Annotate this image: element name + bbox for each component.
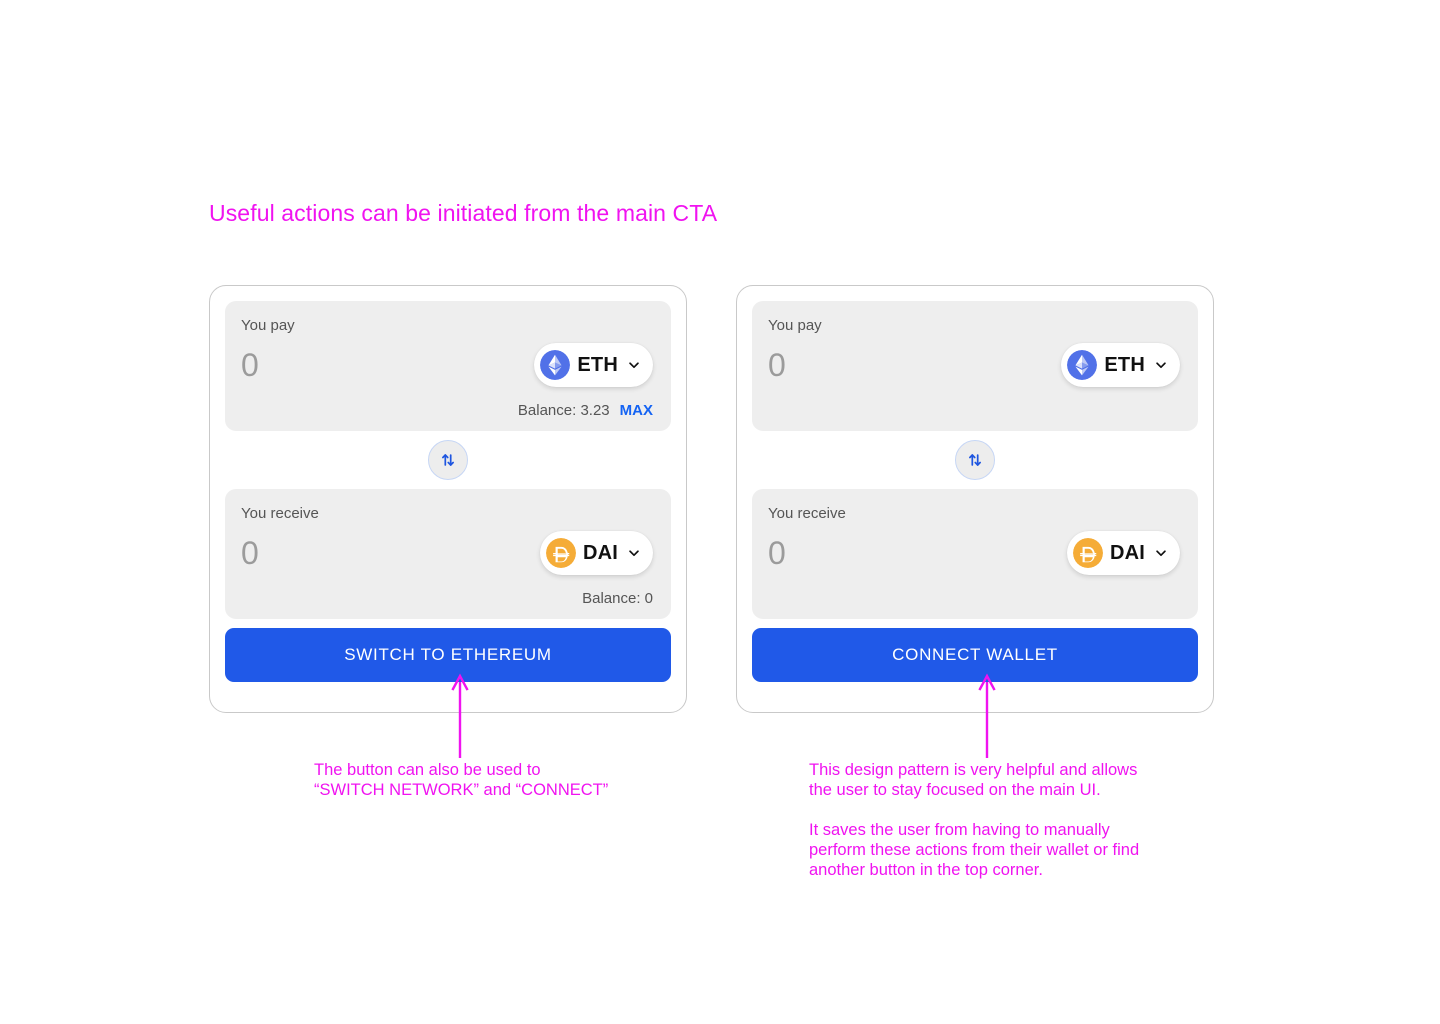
receive-balance-label: Balance: 0 xyxy=(582,590,653,607)
swap-zone xyxy=(752,431,1198,489)
connect-wallet-button[interactable]: CONNECT WALLET xyxy=(752,628,1198,682)
swap-zone xyxy=(225,431,671,489)
swap-vertical-icon xyxy=(442,454,454,466)
you-receive-panel: You receive 0 DAI Balance: 0 xyxy=(225,489,671,619)
chevron-down-icon xyxy=(629,362,639,369)
receive-balance-row: Balance: 0 xyxy=(582,590,653,607)
token-selector-pay[interactable]: ETH xyxy=(534,343,653,387)
token-symbol-receive: DAI xyxy=(582,541,618,564)
token-symbol-pay: ETH xyxy=(1104,353,1145,376)
you-pay-amount-row: 0 ETH xyxy=(768,343,1180,387)
you-pay-input[interactable]: 0 xyxy=(768,347,786,383)
swap-card-connect-wallet: You pay 0 ETH You receive 0 DAI CONNECT … xyxy=(736,285,1214,713)
page-title: Useful actions can be initiated from the… xyxy=(209,200,718,226)
chevron-down-icon xyxy=(1156,362,1166,369)
dai-icon xyxy=(545,538,576,568)
you-pay-label: You pay xyxy=(241,317,295,334)
you-receive-amount-row: 0 DAI xyxy=(241,531,653,575)
ethereum-icon xyxy=(1067,350,1098,380)
annotation-text-left: The button can also be used to “SWITCH N… xyxy=(314,761,609,799)
swap-vertical-icon xyxy=(969,454,981,466)
switch-to-ethereum-button[interactable]: SWITCH TO ETHEREUM xyxy=(225,628,671,682)
chevron-down-icon xyxy=(1156,550,1166,557)
max-button[interactable]: MAX xyxy=(620,402,653,419)
you-pay-panel: You pay 0 ETH Balance: 3.23 MAX xyxy=(225,301,671,431)
you-receive-label: You receive xyxy=(241,505,319,522)
token-symbol-receive: DAI xyxy=(1109,541,1145,564)
pay-balance-label: Balance: 3.23 xyxy=(517,402,610,419)
token-selector-receive[interactable]: DAI xyxy=(1066,531,1180,575)
you-pay-panel: You pay 0 ETH xyxy=(752,301,1198,431)
chevron-down-icon xyxy=(629,550,639,557)
you-receive-input[interactable]: 0 xyxy=(768,535,786,571)
swap-direction-button[interactable] xyxy=(955,440,995,480)
token-selector-receive[interactable]: DAI xyxy=(539,531,653,575)
you-pay-input[interactable]: 0 xyxy=(241,347,259,383)
swap-card-switch-network: You pay 0 ETH Balance: 3.23 MAX You rece… xyxy=(209,285,687,713)
you-receive-panel: You receive 0 DAI xyxy=(752,489,1198,619)
dai-icon xyxy=(1072,538,1103,568)
annotation-arrow-left xyxy=(451,673,469,758)
pay-balance-row: Balance: 3.23 MAX xyxy=(518,402,653,419)
you-pay-label: You pay xyxy=(768,317,822,334)
annotation-text-right-2: It saves the user from having to manuall… xyxy=(809,821,1140,879)
ethereum-icon xyxy=(540,350,571,380)
you-pay-amount-row: 0 ETH xyxy=(241,343,653,387)
token-symbol-pay: ETH xyxy=(577,353,618,376)
annotation-text-right-1: This design pattern is very helpful and … xyxy=(809,761,1138,799)
token-selector-pay[interactable]: ETH xyxy=(1061,343,1180,387)
swap-direction-button[interactable] xyxy=(428,440,468,480)
you-receive-label: You receive xyxy=(768,505,846,522)
you-receive-amount-row: 0 DAI xyxy=(768,531,1180,575)
you-receive-input[interactable]: 0 xyxy=(241,535,259,571)
annotation-arrow-right xyxy=(978,673,996,758)
